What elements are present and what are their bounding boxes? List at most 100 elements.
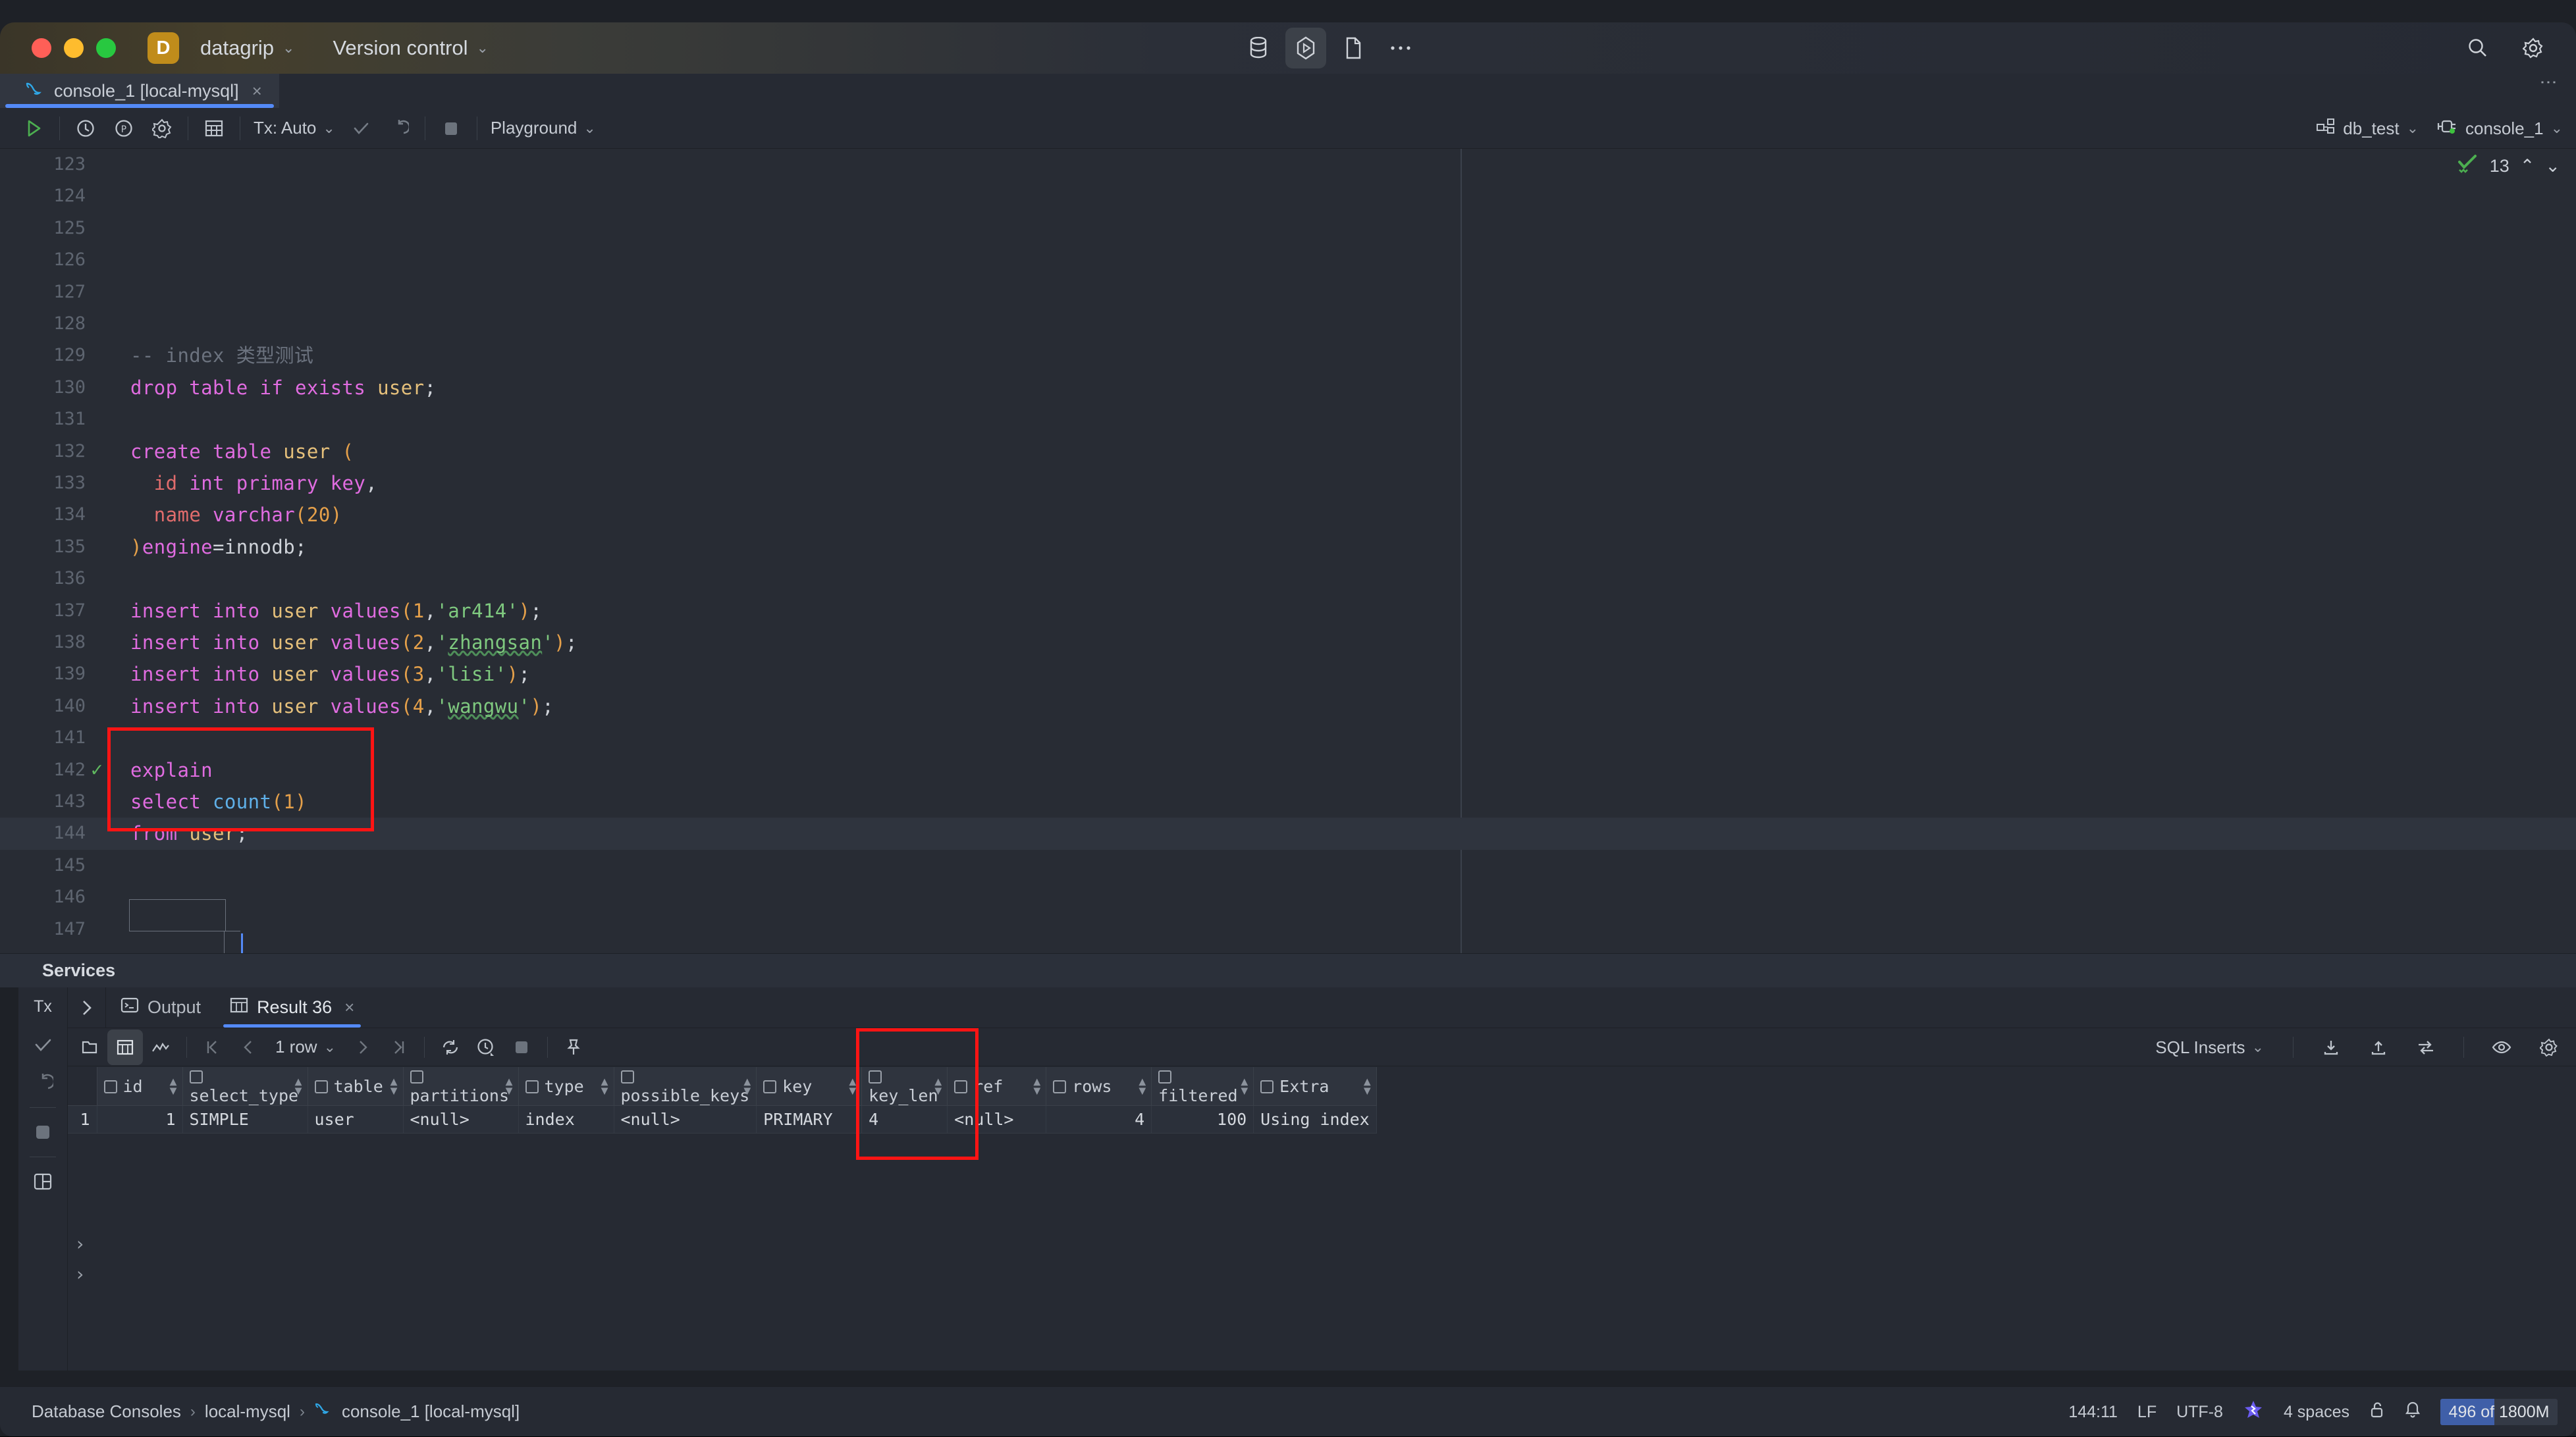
column-sort-icon[interactable]: ▲ ▼ bbox=[849, 1076, 856, 1097]
table-row[interactable]: 1 1 SIMPLE user <null> index <null> PRIMARY 4 <nu… bbox=[68, 1105, 1377, 1134]
table-cell-partitions[interactable]: <null> bbox=[403, 1105, 519, 1134]
column-sort-icon[interactable]: ▲ ▼ bbox=[1033, 1076, 1040, 1097]
project-files-icon[interactable] bbox=[1333, 28, 1374, 68]
column-sort-icon[interactable]: ▲ ▼ bbox=[601, 1076, 608, 1097]
result-table[interactable]: id ▲ ▼ select_type ▲ ▼ table ▲ ▼ partitions ▲ ▼ type… bbox=[68, 1067, 1377, 1134]
search-icon[interactable] bbox=[2457, 28, 2498, 68]
column-sort-icon[interactable]: ▲ ▼ bbox=[295, 1076, 302, 1097]
expand-row-icon[interactable]: › bbox=[74, 1263, 86, 1285]
commit-check-icon[interactable] bbox=[18, 1026, 67, 1064]
close-icon[interactable]: × bbox=[344, 997, 354, 1018]
inspection-prev-icon[interactable]: ⌃ bbox=[2520, 156, 2535, 176]
chart-view-icon[interactable] bbox=[143, 1030, 178, 1065]
column-sort-icon[interactable]: ▲ ▼ bbox=[390, 1076, 398, 1097]
layout-split-icon[interactable] bbox=[18, 1163, 67, 1201]
tab-options-kebab-icon[interactable]: ⋮ bbox=[2538, 74, 2559, 108]
column-sort-icon[interactable]: ▲ ▼ bbox=[934, 1076, 942, 1097]
prev-page-icon[interactable] bbox=[230, 1030, 266, 1065]
column-header-table[interactable]: table ▲ ▼ bbox=[308, 1067, 404, 1106]
settings-gear-icon[interactable] bbox=[2531, 1030, 2567, 1065]
column-header-id[interactable]: id ▲ ▼ bbox=[97, 1067, 183, 1106]
inspection-status-widget[interactable]: 13 ⌃ ⌄ bbox=[2457, 154, 2560, 178]
editor-line[interactable]: 138 insert into user values(2,'zhangsan')… bbox=[0, 627, 2576, 658]
project-name-menu[interactable]: datagrip ⌄ bbox=[194, 32, 301, 64]
last-page-icon[interactable] bbox=[381, 1030, 416, 1065]
table-cell-type[interactable]: index bbox=[518, 1105, 614, 1134]
export-format-dropdown[interactable]: SQL Inserts ⌄ bbox=[2146, 1037, 2273, 1058]
column-header-possible_keys[interactable]: possible_keys ▲ ▼ bbox=[614, 1067, 757, 1106]
editor-line[interactable]: 137 insert into user values(1,'ar414'); bbox=[0, 595, 2576, 627]
column-sort-icon[interactable]: ▲ ▼ bbox=[1139, 1076, 1146, 1097]
tab-result-36[interactable]: Result 36 × bbox=[215, 987, 369, 1028]
table-cell-filtered[interactable]: 100 bbox=[1151, 1105, 1254, 1134]
column-sort-icon[interactable]: ▲ ▼ bbox=[1241, 1076, 1248, 1097]
rollback-arrow-icon[interactable] bbox=[380, 109, 418, 147]
column-sort-icon[interactable]: ▲ ▼ bbox=[743, 1076, 751, 1097]
column-header-select_type[interactable]: select_type ▲ ▼ bbox=[182, 1067, 308, 1106]
breadcrumb-item-database-consoles[interactable]: Database Consoles bbox=[32, 1401, 181, 1422]
upload-import-icon[interactable] bbox=[2361, 1030, 2396, 1065]
table-cell-possible_keys[interactable]: <null> bbox=[614, 1105, 757, 1134]
database-selector-dropdown[interactable]: db_test ⌄ bbox=[2316, 118, 2419, 140]
column-sort-icon[interactable]: ▲ ▼ bbox=[170, 1076, 177, 1097]
expand-row-icon[interactable]: › bbox=[74, 1233, 86, 1255]
editor-tab-console-1[interactable]: console_1 [local-mysql] × bbox=[0, 74, 279, 108]
table-grid-icon[interactable] bbox=[195, 109, 233, 147]
editor-line[interactable]: 125 bbox=[0, 213, 2576, 244]
close-window-button[interactable] bbox=[32, 38, 51, 58]
table-cell-id[interactable]: 1 bbox=[97, 1105, 183, 1134]
memory-indicator[interactable]: 496 of 1800M bbox=[2440, 1399, 2558, 1425]
transpose-icon[interactable] bbox=[2408, 1030, 2444, 1065]
table-cell-select_type[interactable]: SIMPLE bbox=[182, 1105, 308, 1134]
editor-line[interactable]: 147 bbox=[0, 914, 2576, 945]
database-icon[interactable] bbox=[1238, 28, 1279, 68]
table-cell-extra[interactable]: Using index bbox=[1253, 1105, 1377, 1134]
column-header-key_len[interactable]: key_len ▲ ▼ bbox=[861, 1067, 948, 1106]
inspection-next-icon[interactable]: ⌄ bbox=[2545, 156, 2560, 176]
editor-line[interactable]: 140 insert into user values(4,'wangwu'); bbox=[0, 691, 2576, 722]
table-cell-key_len[interactable]: 4 bbox=[861, 1105, 948, 1134]
session-settings-icon[interactable] bbox=[143, 109, 181, 147]
column-header-key[interactable]: key ▲ ▼ bbox=[756, 1067, 863, 1106]
window-controls[interactable] bbox=[32, 38, 116, 58]
expand-services-tree-icon[interactable] bbox=[68, 987, 106, 1028]
commit-check-icon[interactable] bbox=[342, 109, 380, 147]
next-page-icon[interactable] bbox=[345, 1030, 381, 1065]
table-cell-table[interactable]: user bbox=[308, 1105, 404, 1134]
line-separator[interactable]: LF bbox=[2137, 1403, 2157, 1422]
table-view-icon[interactable] bbox=[107, 1029, 143, 1065]
editor-line[interactable]: 132 create table user ( bbox=[0, 436, 2576, 467]
column-header-ref[interactable]: ref ▲ ▼ bbox=[947, 1067, 1047, 1106]
version-control-menu[interactable]: Version control ⌄ bbox=[326, 32, 495, 64]
clock-history-icon[interactable] bbox=[468, 1030, 504, 1065]
column-header-extra[interactable]: Extra ▲ ▼ bbox=[1253, 1067, 1377, 1106]
run-anything-icon[interactable] bbox=[1285, 28, 1326, 68]
column-header-rows[interactable]: rows ▲ ▼ bbox=[1046, 1067, 1152, 1106]
editor-line[interactable]: 133 id int primary key, bbox=[0, 467, 2576, 499]
editor-line[interactable]: 144 from user; bbox=[0, 818, 2576, 850]
breadcrumb-item-console-1[interactable]: console_1 [local-mysql] bbox=[342, 1401, 520, 1422]
transaction-mode-dropdown[interactable]: Tx: Auto ⌄ bbox=[247, 118, 342, 138]
indent-setting[interactable]: 4 spaces bbox=[2284, 1403, 2349, 1422]
editor-line[interactable]: 131 bbox=[0, 404, 2576, 435]
eye-view-icon[interactable] bbox=[2484, 1030, 2519, 1065]
stop-square-icon[interactable] bbox=[18, 1113, 67, 1151]
ai-assistant-icon[interactable] bbox=[2243, 1399, 2264, 1425]
column-sort-icon[interactable]: ▲ ▼ bbox=[1364, 1076, 1371, 1097]
table-cell-ref[interactable]: <null> bbox=[947, 1105, 1047, 1134]
column-header-type[interactable]: type ▲ ▼ bbox=[518, 1067, 614, 1106]
close-icon[interactable]: × bbox=[252, 81, 262, 101]
file-encoding[interactable]: UTF-8 bbox=[2176, 1403, 2223, 1422]
run-triangle-icon[interactable] bbox=[14, 109, 53, 147]
editor-line[interactable]: 126 bbox=[0, 244, 2576, 276]
pin-icon[interactable] bbox=[556, 1030, 591, 1065]
sql-editor[interactable]: 123 124 125 126 127 128 129 -- index 类型测试 130 dro… bbox=[0, 149, 2576, 953]
editor-line[interactable]: 127 bbox=[0, 276, 2576, 308]
first-page-icon[interactable] bbox=[195, 1030, 230, 1065]
column-header-filtered[interactable]: filtered ▲ ▼ bbox=[1151, 1067, 1254, 1106]
editor-line[interactable]: 128 bbox=[0, 308, 2576, 340]
maximize-window-button[interactable] bbox=[96, 38, 116, 58]
refresh-icon[interactable] bbox=[433, 1030, 468, 1065]
clock-history-icon[interactable] bbox=[67, 109, 105, 147]
session-selector-dropdown[interactable]: console_1 ⌄ bbox=[2436, 118, 2563, 140]
